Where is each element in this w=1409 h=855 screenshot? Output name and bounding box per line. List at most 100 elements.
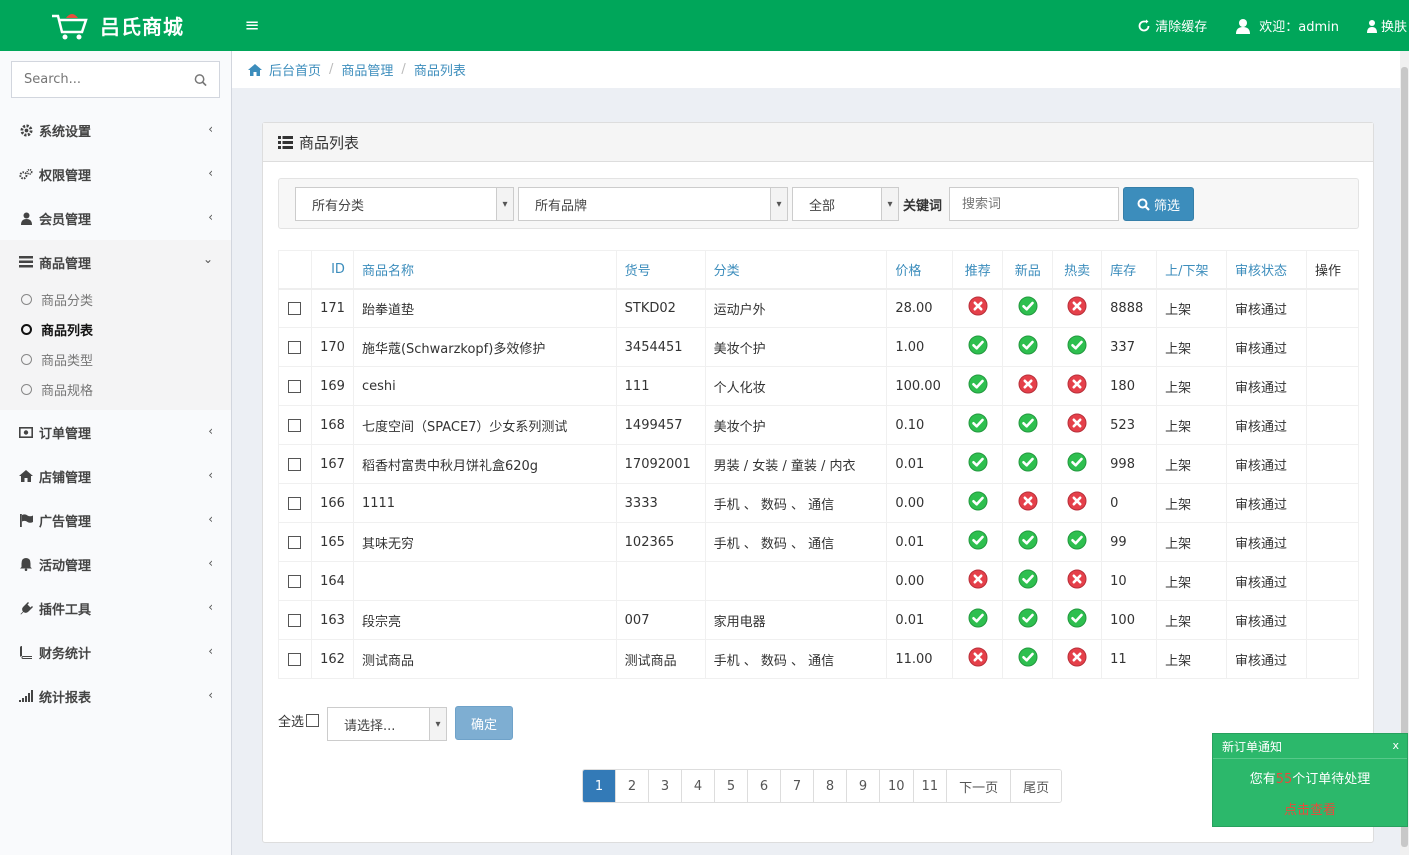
page-10-button[interactable]: 10 (880, 770, 914, 802)
header-recommend[interactable]: 推荐 (952, 250, 1004, 290)
check-circle-icon[interactable] (1018, 608, 1038, 632)
cell-shelf[interactable]: 上架 (1156, 522, 1228, 562)
bulk-action-select[interactable]: 请选择... ▾ (327, 707, 447, 741)
skin-button[interactable]: 换肤 (1353, 0, 1409, 51)
sidebar-item-ads[interactable]: 广告管理 ‹ (0, 498, 231, 542)
filter-button[interactable]: 筛选 (1123, 187, 1194, 221)
check-circle-icon[interactable] (1018, 530, 1038, 554)
cross-circle-icon[interactable] (1067, 296, 1087, 320)
user-menu[interactable]: 欢迎：admin (1221, 0, 1353, 51)
row-checkbox[interactable] (288, 379, 302, 393)
row-checkbox[interactable] (288, 574, 302, 588)
cross-circle-icon[interactable] (1018, 491, 1038, 515)
check-circle-icon[interactable] (1018, 569, 1038, 593)
header-price[interactable]: 价格 (886, 250, 954, 290)
row-checkbox[interactable] (288, 301, 302, 315)
row-checkbox[interactable] (288, 652, 302, 666)
keyword-input[interactable] (949, 187, 1119, 221)
page-4-button[interactable]: 4 (682, 770, 715, 802)
cross-circle-icon[interactable] (1067, 647, 1087, 671)
cell-shelf[interactable]: 上架 (1156, 366, 1228, 406)
submenu-item-product-type[interactable]: 商品类型 (0, 344, 231, 374)
cross-circle-icon[interactable] (968, 296, 988, 320)
row-checkbox[interactable] (288, 457, 302, 471)
sidebar-search-input[interactable] (24, 72, 194, 87)
check-circle-icon[interactable] (968, 530, 988, 554)
page-1-button[interactable]: 1 (583, 770, 616, 802)
header-category[interactable]: 分类 (704, 250, 888, 290)
clear-cache-button[interactable]: 清除缓存 (1123, 0, 1221, 51)
cell-shelf[interactable]: 上架 (1156, 639, 1228, 679)
header-sn[interactable]: 货号 (615, 250, 706, 290)
category-select[interactable]: 所有分类 ▾ (295, 187, 514, 221)
last-page-button[interactable]: 尾页 (1011, 770, 1062, 802)
header-id[interactable]: ID (310, 250, 354, 290)
page-6-button[interactable]: 6 (748, 770, 781, 802)
page-2-button[interactable]: 2 (616, 770, 649, 802)
breadcrumb-home-link[interactable]: 后台首页 (269, 60, 321, 79)
header-stock[interactable]: 库存 (1101, 250, 1158, 290)
header-audit[interactable]: 审核状态 (1226, 250, 1307, 290)
check-circle-icon[interactable] (1067, 530, 1087, 554)
check-circle-icon[interactable] (968, 608, 988, 632)
brand[interactable]: 吕氏商城 (0, 0, 232, 51)
check-circle-icon[interactable] (1018, 452, 1038, 476)
check-circle-icon[interactable] (1018, 335, 1038, 359)
cell-shelf[interactable]: 上架 (1156, 288, 1228, 328)
check-circle-icon[interactable] (968, 452, 988, 476)
sidebar-item-system-settings[interactable]: 系统设置 ‹ (0, 108, 231, 152)
cross-circle-icon[interactable] (1018, 374, 1038, 398)
cell-shelf[interactable]: 上架 (1156, 561, 1228, 601)
brand-select[interactable]: 所有品牌 ▾ (518, 187, 788, 221)
check-circle-icon[interactable] (1067, 335, 1087, 359)
select-all-checkbox[interactable] (306, 714, 320, 727)
header-name[interactable]: 商品名称 (352, 250, 617, 290)
check-circle-icon[interactable] (968, 413, 988, 437)
cross-circle-icon[interactable] (1067, 374, 1087, 398)
cross-circle-icon[interactable] (1067, 491, 1087, 515)
sidebar-item-permissions[interactable]: 权限管理 ‹ (0, 152, 231, 196)
cell-shelf[interactable]: 上架 (1156, 405, 1228, 445)
sidebar-item-orders[interactable]: 订单管理 ‹ (0, 410, 231, 454)
check-circle-icon[interactable] (1018, 413, 1038, 437)
row-checkbox[interactable] (288, 496, 302, 510)
sidebar-item-members[interactable]: 会员管理 ‹ (0, 196, 231, 240)
check-circle-icon[interactable] (968, 335, 988, 359)
submenu-item-category[interactable]: 商品分类 (0, 284, 231, 314)
sidebar-item-plugins[interactable]: 插件工具 ‹ (0, 586, 231, 630)
search-icon[interactable] (194, 73, 207, 87)
cross-circle-icon[interactable] (968, 569, 988, 593)
cell-shelf[interactable]: 上架 (1156, 444, 1228, 484)
check-circle-icon[interactable] (968, 374, 988, 398)
select-all[interactable]: 全选 (278, 711, 320, 730)
cell-shelf[interactable]: 上架 (1156, 600, 1228, 640)
cross-circle-icon[interactable] (1067, 413, 1087, 437)
sidebar-item-activities[interactable]: 活动管理 ‹ (0, 542, 231, 586)
cell-shelf[interactable]: 上架 (1156, 483, 1228, 523)
cross-circle-icon[interactable] (1067, 569, 1087, 593)
notification-view-link[interactable]: 点击查看 (1213, 799, 1407, 818)
check-circle-icon[interactable] (1067, 608, 1087, 632)
submenu-item-product-list[interactable]: 商品列表 (0, 314, 231, 344)
next-page-button[interactable]: 下一页 (947, 770, 1012, 802)
row-checkbox[interactable] (288, 613, 302, 627)
breadcrumb-product-list-link[interactable]: 商品列表 (414, 60, 466, 79)
page-5-button[interactable]: 5 (715, 770, 748, 802)
header-hot[interactable]: 热卖 (1052, 250, 1103, 290)
scrollbar-thumb[interactable] (1401, 67, 1408, 847)
sidebar-item-finance[interactable]: 财务统计 ‹ (0, 630, 231, 674)
check-circle-icon[interactable] (1018, 296, 1038, 320)
row-checkbox[interactable] (288, 340, 302, 354)
sidebar-item-reports[interactable]: 统计报表 ‹ (0, 674, 231, 718)
row-checkbox[interactable] (288, 418, 302, 432)
cell-shelf[interactable]: 上架 (1156, 327, 1228, 367)
check-circle-icon[interactable] (1067, 452, 1087, 476)
sidebar-item-products[interactable]: 商品管理 ⌄ (0, 240, 231, 284)
page-11-button[interactable]: 11 (913, 770, 948, 802)
breadcrumb-products-link[interactable]: 商品管理 (341, 60, 393, 79)
page-3-button[interactable]: 3 (649, 770, 682, 802)
row-checkbox[interactable] (288, 535, 302, 549)
header-new[interactable]: 新品 (1002, 250, 1054, 290)
submenu-item-product-spec[interactable]: 商品规格 (0, 374, 231, 404)
close-icon[interactable]: x (1392, 739, 1399, 752)
